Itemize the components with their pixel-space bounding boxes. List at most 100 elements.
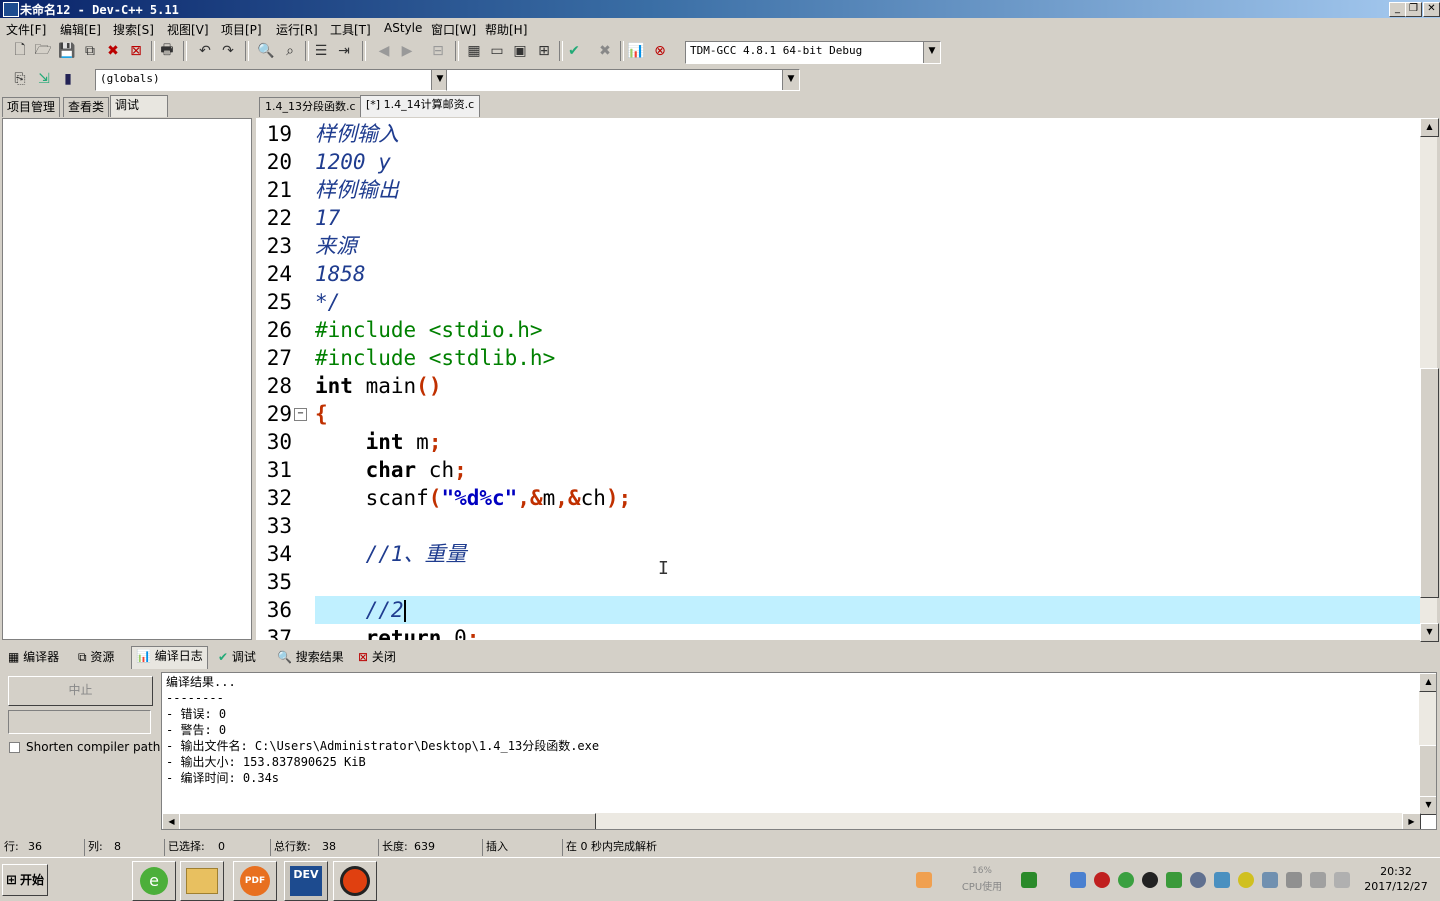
code-line[interactable]: 25 */ bbox=[256, 288, 1420, 316]
menu-run[interactable]: 运行[R] bbox=[276, 21, 318, 38]
function-select[interactable]: ▼ bbox=[446, 69, 800, 91]
code-line[interactable]: 21 样例输出 bbox=[256, 176, 1420, 204]
antivirus-icon[interactable] bbox=[1094, 872, 1110, 888]
tab-debug[interactable]: 调试 bbox=[110, 95, 168, 117]
project-options-icon[interactable]: ⊟ bbox=[428, 41, 448, 61]
menu-project[interactable]: 项目[P] bbox=[221, 21, 262, 38]
chevron-down-icon[interactable]: ▼ bbox=[923, 42, 940, 63]
notes-icon[interactable] bbox=[916, 872, 932, 888]
tab-compile-log[interactable]: 📊 编译日志 bbox=[131, 646, 208, 669]
stop-icon[interactable]: ✖ bbox=[595, 41, 615, 61]
tab-debug-output[interactable]: ✔ 调试 bbox=[214, 648, 260, 668]
restore-button[interactable]: ❐ bbox=[1405, 2, 1422, 17]
find-icon[interactable]: 🔍 bbox=[256, 41, 276, 61]
code-line[interactable]: 30 int m; bbox=[256, 428, 1420, 456]
title-bar[interactable]: 未命名12 - Dev-C++ 5.11 _ ❐ ✕ bbox=[0, 0, 1440, 18]
taskbar-app-devcpp[interactable]: DEV bbox=[284, 861, 328, 901]
menu-window[interactable]: 窗口[W] bbox=[431, 21, 476, 38]
profile-chart-icon[interactable]: 📊 bbox=[626, 41, 646, 61]
shield-icon[interactable] bbox=[1166, 872, 1182, 888]
scroll-down-icon[interactable]: ▼ bbox=[1420, 623, 1439, 642]
editor-scrollbar[interactable]: ▲ ▼ bbox=[1420, 118, 1439, 642]
close-file-icon[interactable]: ✖ bbox=[103, 41, 123, 61]
open-file-icon[interactable]: 🗁 bbox=[33, 41, 53, 61]
compile-run-icon[interactable]: ▣ bbox=[510, 41, 530, 61]
users-icon[interactable] bbox=[1190, 872, 1206, 888]
code-line[interactable]: 31 char ch; bbox=[256, 456, 1420, 484]
minimize-button[interactable]: _ bbox=[1389, 2, 1406, 17]
chevron-down-icon[interactable]: ▼ bbox=[782, 70, 799, 90]
scroll-right-icon[interactable]: ▶ bbox=[1402, 813, 1421, 829]
debug-check-icon[interactable]: ✔ bbox=[564, 41, 584, 61]
start-button[interactable]: ⊞ 开始 bbox=[2, 864, 48, 896]
cube-icon[interactable] bbox=[1070, 872, 1086, 888]
code-line[interactable]: 28 int main() bbox=[256, 372, 1420, 400]
menu-file[interactable]: 文件[F] bbox=[6, 21, 46, 38]
scroll-up-icon[interactable]: ▲ bbox=[1419, 673, 1436, 692]
rebuild-icon[interactable]: ⊞ bbox=[534, 41, 554, 61]
tab-compiler[interactable]: ▦ 编译器 bbox=[4, 648, 63, 668]
code-line[interactable]: 20 1200 y bbox=[256, 148, 1420, 176]
fold-toggle-icon[interactable]: − bbox=[294, 408, 307, 421]
menu-search[interactable]: 搜索[S] bbox=[113, 21, 154, 38]
code-line[interactable]: 29−{ bbox=[256, 400, 1420, 428]
code-line[interactable]: 23 来源 bbox=[256, 232, 1420, 260]
display-icon[interactable] bbox=[1310, 872, 1326, 888]
menu-edit[interactable]: 编辑[E] bbox=[60, 21, 101, 38]
code-line[interactable]: 37 return 0; bbox=[256, 624, 1420, 640]
taskbar-app-recorder[interactable] bbox=[333, 861, 377, 901]
scroll-thumb[interactable] bbox=[179, 813, 596, 829]
bookmark-icon[interactable]: ▮ bbox=[58, 69, 78, 89]
compile-icon[interactable]: ▦ bbox=[464, 41, 484, 61]
save-all-icon[interactable]: ⧉ bbox=[80, 41, 100, 61]
save-icon[interactable]: 💾 bbox=[57, 41, 77, 61]
code-line[interactable]: 26 #include <stdio.h> bbox=[256, 316, 1420, 344]
taskbar-app-pdf[interactable]: PDF bbox=[233, 861, 277, 901]
code-line[interactable]: 19 样例输入 bbox=[256, 120, 1420, 148]
code-line[interactable]: 24 1858 bbox=[256, 260, 1420, 288]
indent-icon[interactable]: ⇥ bbox=[334, 41, 354, 61]
new-file-icon[interactable]: 🗋 bbox=[10, 41, 30, 61]
code-line[interactable]: 34 //1、重量 bbox=[256, 540, 1420, 568]
prev-bookmark-icon[interactable]: ◀ bbox=[374, 41, 394, 61]
scroll-down-icon[interactable]: ▼ bbox=[1419, 796, 1436, 815]
tab-resources[interactable]: ⧉ 资源 bbox=[74, 648, 118, 668]
output-vscrollbar[interactable]: ▲ ▼ bbox=[1419, 673, 1436, 815]
scroll-thumb[interactable] bbox=[1419, 745, 1436, 797]
menu-tools[interactable]: 工具[T] bbox=[330, 21, 371, 38]
code-line[interactable]: 33 bbox=[256, 512, 1420, 540]
taskbar-app-explorer[interactable] bbox=[180, 861, 224, 901]
scroll-thumb[interactable] bbox=[1420, 368, 1439, 598]
abort-button[interactable]: 中止 bbox=[8, 676, 153, 706]
insert-icon[interactable]: ⎘ bbox=[10, 69, 30, 89]
close-all-icon[interactable]: ⊠ bbox=[126, 41, 146, 61]
replace-icon[interactable]: ⌕ bbox=[280, 41, 300, 61]
goto-line-icon[interactable]: ☰ bbox=[311, 41, 331, 61]
volume-icon[interactable] bbox=[1286, 872, 1302, 888]
update-icon[interactable] bbox=[1238, 872, 1254, 888]
menu-help[interactable]: 帮助[H] bbox=[485, 21, 527, 38]
scope-select[interactable]: (globals) ▼ bbox=[95, 69, 449, 91]
tools-icon[interactable] bbox=[1262, 872, 1278, 888]
undo-icon[interactable]: ↶ bbox=[195, 41, 215, 61]
speaker-icon[interactable] bbox=[1334, 872, 1350, 888]
ie-icon[interactable] bbox=[1118, 872, 1134, 888]
monitor-icon[interactable] bbox=[1021, 872, 1037, 888]
goto-icon[interactable]: ⇲ bbox=[34, 69, 54, 89]
code-editor[interactable]: 19 样例输入 20 1200 y 21 样例输出 22 17 23 来源 24 1858 … bbox=[256, 118, 1420, 640]
clock-date[interactable]: 2017/12/27 bbox=[1356, 880, 1436, 893]
close-button[interactable]: ✕ bbox=[1423, 2, 1440, 17]
menu-astyle[interactable]: AStyle bbox=[384, 21, 422, 35]
run-icon[interactable]: ▭ bbox=[487, 41, 507, 61]
next-bookmark-icon[interactable]: ▶ bbox=[397, 41, 417, 61]
tab-search-results[interactable]: 🔍 搜索结果 bbox=[273, 648, 348, 668]
tab-classes[interactable]: 查看类 bbox=[63, 97, 110, 117]
tab-project[interactable]: 项目管理 bbox=[2, 97, 61, 117]
qq-icon[interactable] bbox=[1142, 872, 1158, 888]
code-line[interactable]: 35 bbox=[256, 568, 1420, 596]
compiler-select[interactable]: TDM-GCC 4.8.1 64-bit Debug ▼ bbox=[685, 41, 941, 64]
delete-profile-icon[interactable]: ⊗ bbox=[650, 41, 670, 61]
compile-output[interactable]: 编译结果... -------- - 错误: 0 - 警告: 0 - 输出文件名… bbox=[161, 672, 1437, 830]
clock-time[interactable]: 20:32 bbox=[1360, 865, 1432, 878]
tab-file-1[interactable]: 1.4_13分段函数.c bbox=[259, 97, 362, 117]
